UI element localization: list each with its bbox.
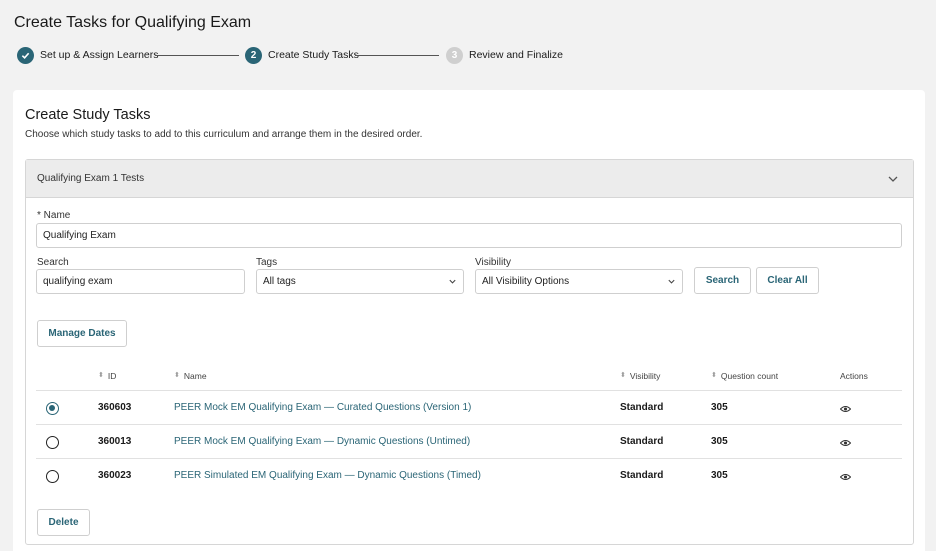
curriculum-panel: Qualifying Exam 1 Tests * Name Qualifyin…: [25, 159, 914, 545]
delete-button[interactable]: Delete: [37, 509, 90, 536]
row-divider: [36, 424, 902, 425]
page-title: Create Tasks for Qualifying Exam: [14, 14, 252, 31]
sort-icon: ⬍: [174, 372, 180, 379]
header-question-count[interactable]: ⬍ Question count: [711, 371, 778, 381]
step-label: Create Study Tasks: [268, 49, 359, 61]
header-id[interactable]: ⬍ ID: [98, 371, 116, 381]
chevron-down-icon: [668, 279, 675, 284]
row-divider: [36, 458, 902, 459]
sort-icon: ⬍: [620, 372, 626, 379]
manage-dates-button[interactable]: Manage Dates: [37, 320, 127, 347]
tags-select[interactable]: All tags: [256, 269, 464, 294]
search-button[interactable]: Search: [694, 267, 751, 294]
row-visibility: Standard: [620, 470, 664, 481]
visibility-select-value: All Visibility Options: [482, 276, 570, 287]
step-connector: [355, 55, 439, 56]
row-name-link[interactable]: PEER Mock EM Qualifying Exam — Curated Q…: [174, 402, 471, 413]
row-id: 360023: [98, 470, 132, 481]
row-select-radio[interactable]: [46, 436, 59, 449]
check-icon: [17, 46, 34, 64]
row-divider: [36, 390, 902, 391]
header-question-count-label: Question count: [720, 371, 779, 381]
panel-title: Qualifying Exam 1 Tests: [37, 173, 145, 184]
clear-all-button[interactable]: Clear All: [756, 267, 819, 294]
chevron-down-icon: [449, 279, 456, 284]
row-question-count: 305: [711, 402, 728, 413]
row-name-link[interactable]: PEER Mock EM Qualifying Exam — Dynamic Q…: [174, 436, 470, 447]
search-input[interactable]: qualifying exam: [36, 269, 245, 294]
header-name[interactable]: ⬍ Name: [174, 371, 207, 381]
visibility-label: Visibility: [475, 257, 511, 268]
sort-icon: ⬍: [98, 372, 104, 379]
sort-icon: ⬍: [711, 372, 717, 379]
row-visibility: Standard: [620, 402, 664, 413]
eye-icon[interactable]: [840, 405, 851, 413]
row-id: 360013: [98, 436, 132, 447]
step-label: Review and Finalize: [469, 49, 563, 61]
visibility-select[interactable]: All Visibility Options: [475, 269, 683, 294]
step-connector: [155, 55, 239, 56]
row-name-link[interactable]: PEER Simulated EM Qualifying Exam — Dyna…: [174, 470, 481, 481]
row-question-count: 305: [711, 436, 728, 447]
eye-icon[interactable]: [840, 439, 851, 447]
header-id-label: ID: [107, 371, 117, 381]
step-review[interactable]: 3 Review and Finalize: [446, 45, 563, 65]
step-create-tasks[interactable]: 2 Create Study Tasks: [245, 45, 359, 65]
name-field[interactable]: Qualifying Exam: [36, 223, 902, 248]
step-label: Set up & Assign Learners: [40, 49, 159, 61]
tags-select-value: All tags: [263, 276, 296, 287]
step-setup[interactable]: Set up & Assign Learners: [17, 45, 159, 65]
tags-label: Tags: [256, 257, 278, 268]
header-visibility[interactable]: ⬍ Visibility: [620, 371, 660, 381]
row-question-count: 305: [711, 470, 728, 481]
card-description: Choose which study tasks to add to this …: [25, 129, 423, 140]
card-title: Create Study Tasks: [25, 107, 151, 123]
row-visibility: Standard: [620, 436, 664, 447]
step-number: 3: [446, 46, 463, 64]
search-label: Search: [37, 257, 69, 268]
study-tasks-card: Create Study Tasks Choose which study ta…: [13, 90, 925, 551]
panel-header[interactable]: Qualifying Exam 1 Tests: [26, 160, 913, 198]
eye-icon[interactable]: [840, 473, 851, 481]
row-id: 360603: [98, 402, 132, 413]
header-name-label: Name: [183, 371, 207, 381]
name-label: * Name: [37, 210, 71, 221]
header-visibility-label: Visibility: [629, 371, 661, 381]
chevron-down-icon[interactable]: [887, 173, 899, 185]
row-select-radio[interactable]: [46, 470, 59, 483]
header-actions-label: Actions: [840, 371, 868, 381]
step-number: 2: [245, 46, 262, 64]
stepper: Set up & Assign Learners 2 Create Study …: [17, 45, 577, 65]
row-select-radio[interactable]: [46, 402, 59, 415]
header-actions: Actions: [840, 371, 868, 381]
